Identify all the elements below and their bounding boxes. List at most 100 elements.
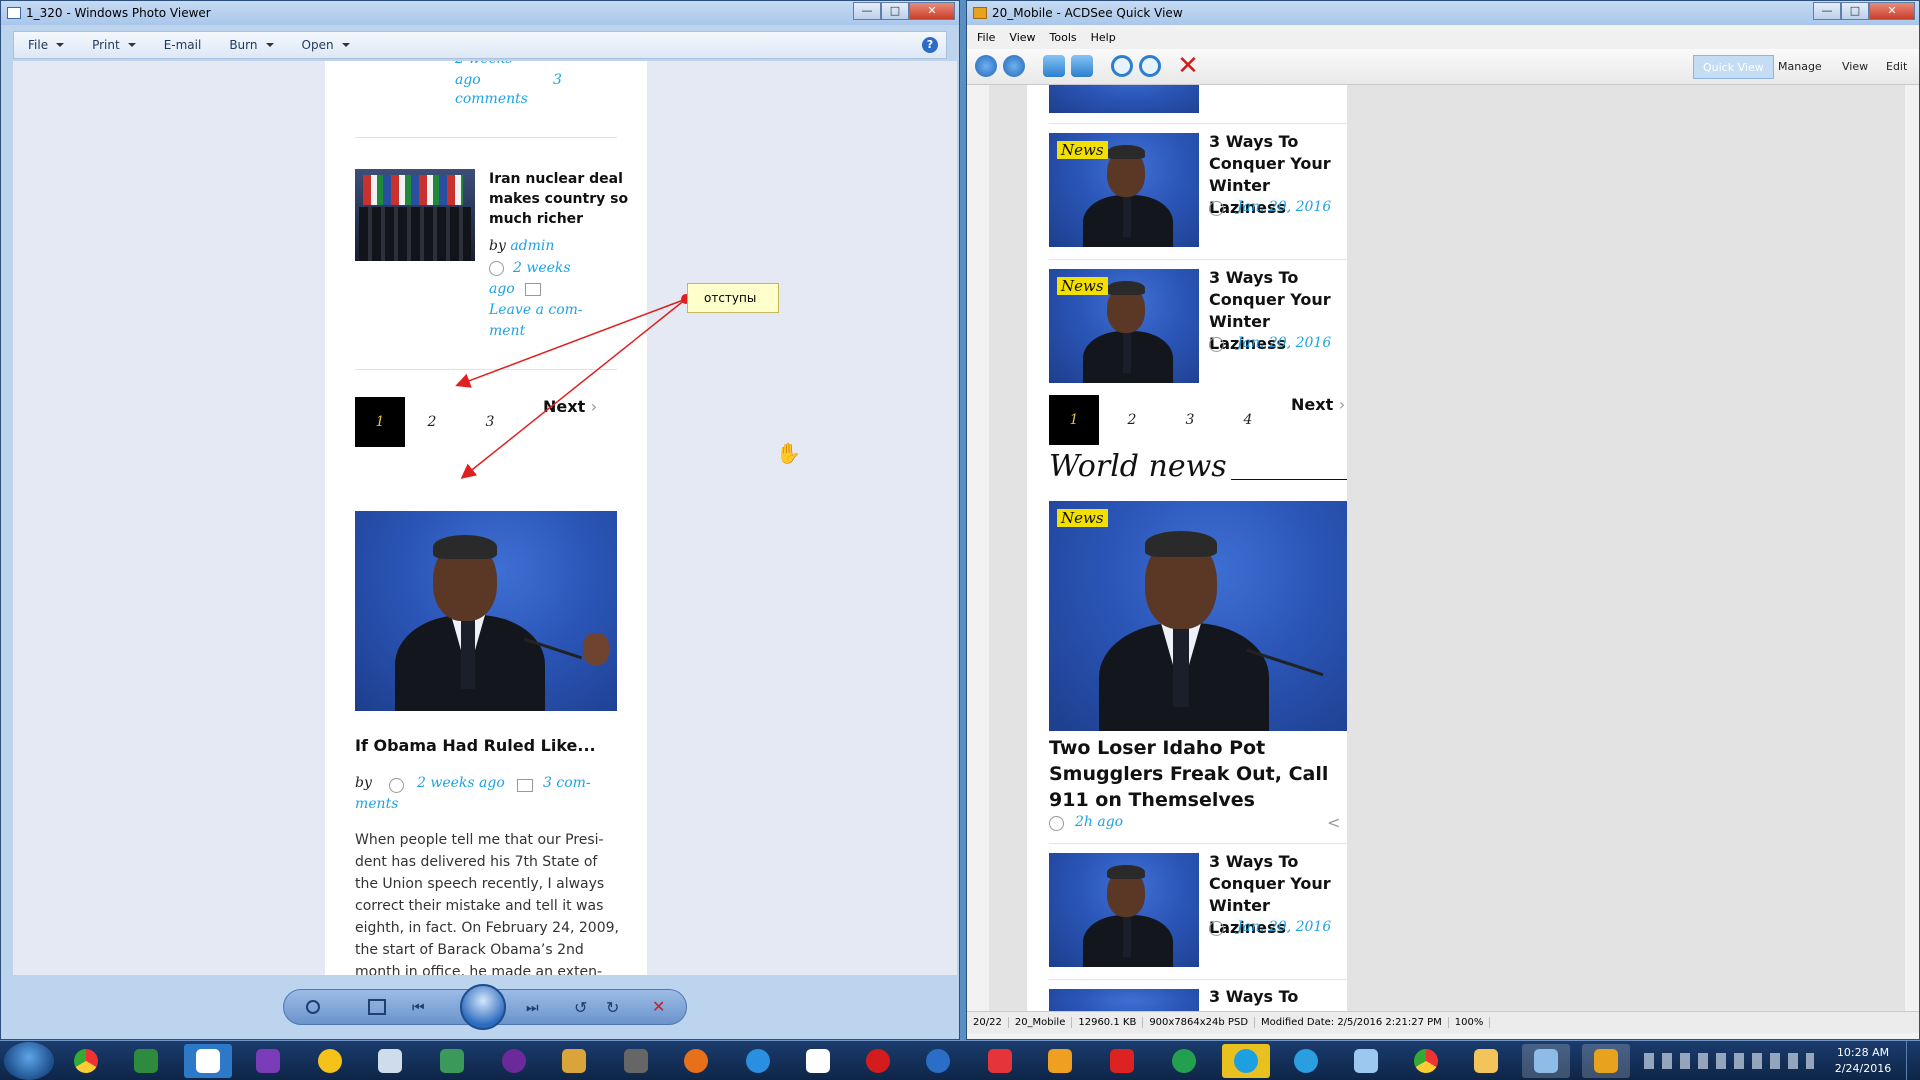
minimize-button[interactable]: —: [853, 2, 881, 20]
photo-viewer-window: 1_320 - Windows Photo Viewer — □ ✕ File …: [0, 0, 960, 1040]
clock-icon: [1209, 921, 1224, 936]
taskbar-media[interactable]: [490, 1044, 538, 1078]
edit-tab[interactable]: Edit: [1877, 55, 1916, 79]
menu-view[interactable]: View: [1009, 31, 1035, 49]
acdsee-canvas[interactable]: News 3 Ways To Conquer Your Winter Lazin…: [989, 85, 1905, 1011]
page-2[interactable]: 2: [1107, 395, 1157, 445]
delete-icon[interactable]: ✕: [652, 997, 665, 1016]
taskbar-excel[interactable]: [122, 1044, 170, 1078]
taskbar-chrome-2[interactable]: [1402, 1044, 1450, 1078]
taskbar-anydesk[interactable]: [1098, 1044, 1146, 1078]
manage-tab[interactable]: Manage: [1769, 55, 1831, 79]
zoom-in-icon[interactable]: [1111, 55, 1133, 77]
taskbar-vivaldi[interactable]: [976, 1044, 1024, 1078]
page-1[interactable]: 1: [1049, 395, 1099, 445]
menu-file[interactable]: File: [977, 31, 995, 49]
feature-photo[interactable]: News: [1049, 501, 1347, 731]
taskbar-sublime[interactable]: [550, 1044, 598, 1078]
taskbar-ie[interactable]: [734, 1044, 782, 1078]
hair: [1145, 531, 1217, 557]
taskbar-firefox[interactable]: [672, 1044, 720, 1078]
menu-tools[interactable]: Tools: [1050, 31, 1077, 49]
taskbar-explorer[interactable]: [1462, 1044, 1510, 1078]
zoom-out-icon[interactable]: [1139, 55, 1161, 77]
clock-icon: [1209, 201, 1224, 216]
zoom-icon[interactable]: [306, 1000, 320, 1014]
taskbar-notes[interactable]: [366, 1044, 414, 1078]
tray-icons[interactable]: [1644, 1053, 1814, 1069]
clock-time: 10:28 AM: [1836, 1046, 1890, 1059]
acdsee-titlebar[interactable]: 20_Mobile - ACDSee Quick View — □ ✕: [967, 1, 1919, 25]
page-3[interactable]: 3: [1165, 395, 1215, 445]
status-zoom: 100%: [1449, 1017, 1491, 1028]
article-thumbnail[interactable]: [1049, 853, 1199, 967]
help-icon[interactable]: ?: [922, 37, 938, 53]
article-thumbnail[interactable]: News: [1049, 133, 1199, 247]
taskbar-acdsee[interactable]: [1582, 1044, 1630, 1078]
clock-icon: [1209, 337, 1224, 352]
menu-email[interactable]: E-mail: [150, 38, 216, 52]
article-thumbnail[interactable]: News: [1049, 269, 1199, 383]
taskbar-photo-viewer[interactable]: [1522, 1044, 1570, 1078]
forward-icon[interactable]: [1003, 55, 1025, 77]
taskbar-telegram[interactable]: [1282, 1044, 1330, 1078]
clock[interactable]: 10:28 AM 2/24/2016: [1828, 1045, 1898, 1077]
news-badge: News: [1057, 141, 1108, 159]
taskbar-skype[interactable]: [1222, 1044, 1270, 1078]
taskbar-app-green[interactable]: [1160, 1044, 1208, 1078]
taskbar-grid-app[interactable]: [428, 1044, 476, 1078]
taskbar-yandex[interactable]: [794, 1044, 842, 1078]
close-button[interactable]: ✕: [1869, 2, 1915, 20]
article-title[interactable]: 3 Ways To: [1209, 987, 1298, 1006]
divider: [1049, 259, 1347, 260]
rotate-right-icon[interactable]: ↻: [606, 998, 619, 1017]
previous-icon[interactable]: ⏮: [412, 1000, 425, 1016]
status-filesize: 12960.1 KB: [1072, 1017, 1144, 1028]
taskbar-app-orange[interactable]: [1036, 1044, 1084, 1078]
taskbar-notepad[interactable]: [1342, 1044, 1390, 1078]
page-4[interactable]: 4: [1223, 395, 1273, 445]
next-icon[interactable]: ⏭: [526, 1000, 539, 1016]
taskbar-alert-app[interactable]: [306, 1044, 354, 1078]
quick-view-tab[interactable]: Quick View: [1693, 55, 1774, 79]
actual-size-icon[interactable]: [368, 999, 386, 1015]
taskbar-app-s[interactable]: [184, 1044, 232, 1078]
section-rule: [1231, 479, 1347, 480]
acdsee-app-icon: [973, 7, 987, 19]
menu-burn[interactable]: Burn: [215, 38, 287, 52]
slideshow-button[interactable]: [460, 984, 506, 1030]
article-thumbnail[interactable]: [1049, 989, 1199, 1011]
rotate-right-icon[interactable]: [1071, 55, 1093, 77]
taskbar-app-blue[interactable]: [914, 1044, 962, 1078]
taskbar-opera[interactable]: [854, 1044, 902, 1078]
menu-file[interactable]: File: [14, 38, 78, 52]
menu-open[interactable]: Open: [288, 38, 364, 52]
feature-title[interactable]: Two Loser Idaho Pot Smugglers Freak Out,…: [1049, 735, 1328, 813]
back-icon[interactable]: [975, 55, 997, 77]
delete-icon[interactable]: ✕: [1177, 52, 1199, 80]
hand-cursor-icon: ✋: [776, 441, 801, 465]
minimize-button[interactable]: —: [1813, 2, 1841, 20]
photo-viewer-titlebar[interactable]: 1_320 - Windows Photo Viewer — □ ✕: [1, 1, 959, 25]
close-button[interactable]: ✕: [909, 2, 955, 20]
taskbar-save-app[interactable]: [244, 1044, 292, 1078]
taskbar-mask[interactable]: [612, 1044, 660, 1078]
photo-canvas[interactable]: 2 weeks ago 3 comments Iran nuclear deal…: [13, 61, 957, 975]
rotate-left-icon[interactable]: [1043, 55, 1065, 77]
taskbar-chrome[interactable]: [62, 1044, 110, 1078]
article-thumbnail[interactable]: [1049, 85, 1199, 113]
menu-help[interactable]: Help: [1091, 31, 1116, 49]
view-tab[interactable]: View: [1833, 55, 1877, 79]
annotation-note[interactable]: отступы: [687, 283, 779, 313]
share-icon[interactable]: <: [1327, 813, 1340, 832]
divider: [1049, 979, 1347, 980]
next-page[interactable]: Next ›: [1291, 395, 1345, 445]
rotate-left-icon[interactable]: ↺: [574, 998, 587, 1017]
menu-print[interactable]: Print: [78, 38, 150, 52]
maximize-button[interactable]: □: [881, 2, 909, 20]
chevron-down-icon: [341, 43, 350, 47]
show-desktop-button[interactable]: [1906, 1041, 1920, 1080]
maximize-button[interactable]: □: [1841, 2, 1869, 20]
start-button[interactable]: [4, 1042, 54, 1080]
status-index: 20/22: [967, 1017, 1009, 1028]
